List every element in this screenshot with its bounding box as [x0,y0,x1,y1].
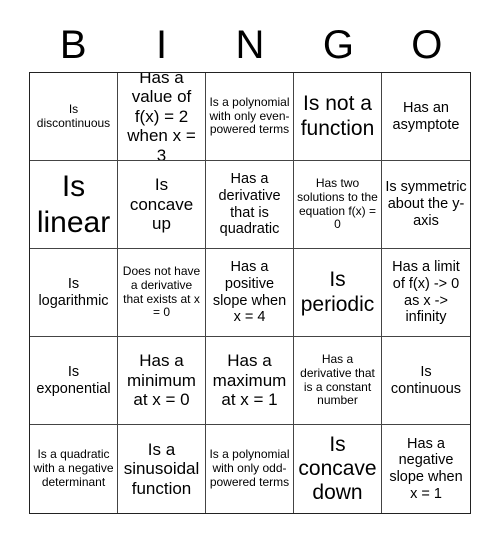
bingo-cell[interactable]: Is periodic [294,249,382,337]
cell-text: Is a polynomial with only odd-powered te… [209,447,290,489]
bingo-cell[interactable]: Has a derivative that is quadratic [206,161,294,249]
cell-text: Is not a function [300,92,375,140]
cell-text: Has a minimum at x = 0 [127,351,196,410]
cell-text: Is continuous [390,363,462,397]
cell-text: Has a negative slope when x = 1 [389,435,463,502]
header-letter-i: I [156,23,168,67]
cell-text: Is concave down [298,432,377,505]
cell-text: Has a derivative that is quadratic [218,171,281,238]
cell-text: Has a maximum at x = 1 [212,351,287,410]
cell-text: Has a derivative that is a constant numb… [300,351,375,408]
bingo-cell[interactable]: Has a negative slope when x = 1 [382,425,470,513]
bingo-cell[interactable]: Has a derivative that is a constant numb… [294,337,382,425]
cell-text: Is exponential [36,363,111,397]
bingo-cell[interactable]: Is a sinusoidal function [118,425,206,513]
header-letter-b: B [59,23,87,67]
bingo-cell[interactable]: Has a limit of f(x) -> 0 as x -> infinit… [382,249,470,337]
header-letter-o: O [411,23,443,67]
bingo-cell[interactable]: Does not have a derivative that exists a… [118,249,206,337]
bingo-cell[interactable]: Has two solutions to the equation f(x) =… [294,161,382,249]
cell-text: Has a positive slope when x = 4 [212,259,287,326]
cell-text: Is discontinuous [36,101,111,130]
cell-text: Has an asymptote [392,99,460,133]
bingo-cell[interactable]: Has an asymptote [382,73,470,161]
bingo-cell[interactable]: Has a maximum at x = 1 [206,337,294,425]
bingo-cell[interactable]: Is a quadratic with a negative determina… [30,425,118,513]
cell-text: Is symmetric about the y-axis [385,179,467,229]
cell-text: Does not have a derivative that exists a… [122,263,201,320]
bingo-grid: Is discontinuous Has a value of f(x) = 2… [29,72,471,514]
cell-text: Is concave up [129,175,194,234]
cell-text: Is a quadratic with a negative determina… [33,447,114,489]
cell-text: Is a polynomial with only even-powered t… [209,94,290,137]
header-letter-n: N [235,23,265,67]
bingo-cell[interactable]: Is logarithmic [30,249,118,337]
cell-text: Has a value of f(x) = 2 when x = 3 [127,73,196,161]
bingo-cell[interactable]: Is concave down [294,425,382,513]
cell-text: Is linear [36,169,111,239]
bingo-cell[interactable]: Has a positive slope when x = 4 [206,249,294,337]
cell-text: Has two solutions to the equation f(x) =… [297,175,378,232]
cell-text: Has a limit of f(x) -> 0 as x -> infinit… [392,259,460,326]
bingo-header: B I N G O [29,18,471,72]
cell-text: Is logarithmic [38,275,109,309]
bingo-cell[interactable]: Is concave up [118,161,206,249]
bingo-cell[interactable]: Has a value of f(x) = 2 when x = 3 [118,73,206,161]
bingo-cell[interactable]: Is a polynomial with only even-powered t… [206,73,294,161]
bingo-cell[interactable]: Is exponential [30,337,118,425]
bingo-cell[interactable]: Is continuous [382,337,470,425]
bingo-cell[interactable]: Is not a function [294,73,382,161]
bingo-cell[interactable]: Is discontinuous [30,73,118,161]
bingo-cell[interactable]: Has a minimum at x = 0 [118,337,206,425]
cell-text: Is a sinusoidal function [123,439,200,498]
header-letter-g: G [322,23,354,67]
bingo-cell[interactable]: Is a polynomial with only odd-powered te… [206,425,294,513]
bingo-cell[interactable]: Is linear [30,161,118,249]
cell-text: Is periodic [300,268,375,316]
bingo-cell[interactable]: Is symmetric about the y-axis [382,161,470,249]
